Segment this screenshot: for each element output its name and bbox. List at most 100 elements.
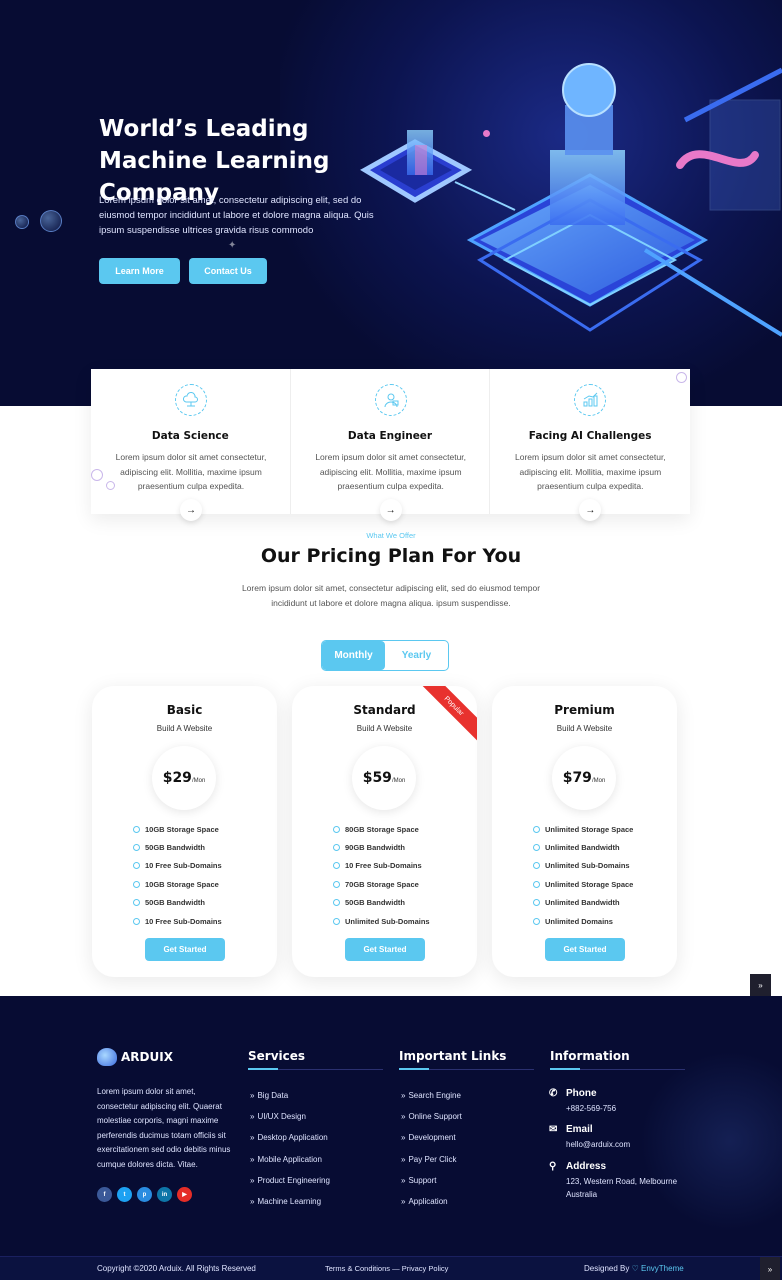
- section-eyebrow: What We Offer: [366, 531, 416, 540]
- get-started-button[interactable]: Get Started: [545, 938, 625, 961]
- billing-toggle: Monthly Yearly: [321, 640, 449, 671]
- footer-link[interactable]: » Pay Per Click: [401, 1149, 462, 1170]
- pinterest-icon[interactable]: p: [137, 1187, 152, 1202]
- check-circle-icon: [533, 825, 540, 833]
- bubble-decoration: [40, 210, 62, 232]
- info-phone: ✆ Phone +882-569-756: [549, 1088, 696, 1115]
- footer-link[interactable]: » Application: [401, 1191, 462, 1212]
- footer-link[interactable]: » Support: [401, 1170, 462, 1191]
- feature-card-ai-challenges: Facing AI Challenges Lorem ipsum dolor s…: [490, 369, 690, 521]
- plan-features: 10GB Storage Space 50GB Bandwidth 10 Fre…: [133, 820, 273, 930]
- plan-name: Premium: [554, 703, 615, 717]
- footer-link[interactable]: » Development: [401, 1127, 462, 1148]
- plan-period: /Mon: [591, 778, 606, 784]
- machine-learning-illustration: [360, 63, 782, 337]
- get-started-button[interactable]: Get Started: [345, 938, 425, 961]
- contact-us-button[interactable]: Contact Us: [189, 258, 267, 284]
- feature-text: Lorem ipsum dolor sit amet consectetur, …: [514, 452, 666, 491]
- plan-feature-item: 10GB Storage Space: [133, 875, 273, 893]
- important-links-title: Important Links: [399, 1049, 507, 1063]
- plan-name: Basic: [166, 703, 203, 717]
- arrow-right-icon[interactable]: →: [379, 499, 402, 521]
- chevron-double-right-icon: »: [250, 1133, 255, 1143]
- terms-privacy-links[interactable]: Terms & Conditions — Privacy Policy: [325, 1264, 448, 1273]
- bubble-decoration: [676, 372, 688, 383]
- plan-feature-item: 10 Free Sub-Domains: [133, 857, 273, 875]
- twitter-icon[interactable]: t: [117, 1187, 132, 1202]
- feature-title: Data Science: [151, 430, 229, 442]
- check-circle-icon: [533, 862, 540, 870]
- facebook-icon[interactable]: f: [97, 1187, 112, 1202]
- footer-link[interactable]: » Product Engineering: [250, 1170, 330, 1191]
- learn-more-button[interactable]: Learn More: [99, 258, 180, 284]
- price-badge: $29/Mon: [152, 746, 216, 810]
- chevron-double-right-icon: »: [250, 1112, 255, 1122]
- monthly-toggle[interactable]: Monthly: [322, 641, 385, 670]
- footer-logo[interactable]: ARDUIX: [97, 1048, 173, 1066]
- youtube-icon[interactable]: ▶: [177, 1187, 192, 1202]
- plan-features: Unlimited Storage Space Unlimited Bandwi…: [533, 820, 673, 930]
- map-pin-icon: ⚲: [549, 1161, 557, 1172]
- yearly-toggle[interactable]: Yearly: [385, 641, 448, 670]
- designer-link[interactable]: EnvyTheme: [641, 1264, 684, 1273]
- divider-accent: [399, 1068, 429, 1070]
- footer-link[interactable]: » Machine Learning: [250, 1191, 330, 1212]
- check-circle-icon: [333, 917, 340, 925]
- chevron-double-right-icon: »: [401, 1154, 406, 1164]
- check-circle-icon: [533, 899, 540, 907]
- plan-feature-item: 90GB Bandwidth: [333, 838, 473, 856]
- check-circle-icon: [333, 844, 340, 852]
- plan-subtitle: Build A Website: [356, 724, 413, 733]
- important-links-list: » Search Engine » Online Support » Developm…: [401, 1085, 462, 1212]
- phone-icon: ✆: [549, 1088, 558, 1099]
- plan-price: $79: [562, 770, 592, 786]
- plan-feature-item: Unlimited Sub-Domains: [533, 857, 673, 875]
- plan-price: $59: [362, 770, 392, 786]
- information-title: Information: [550, 1049, 630, 1063]
- plan-feature-item: Unlimited Storage Space: [533, 875, 673, 893]
- check-circle-icon: [133, 825, 140, 833]
- scroll-to-top-button[interactable]: »: [750, 974, 771, 996]
- feature-card-data-engineer: Data Engineer Lorem ipsum dolor sit amet…: [291, 369, 491, 521]
- social-links: f t p in ▶: [97, 1187, 192, 1202]
- email-value[interactable]: hello@arduix.com: [566, 1138, 696, 1151]
- heart-icon: ♡: [631, 1264, 639, 1273]
- arrow-right-icon[interactable]: →: [180, 499, 202, 521]
- divider-accent: [248, 1068, 278, 1070]
- linkedin-icon[interactable]: in: [157, 1187, 172, 1202]
- hero-text: Lorem ipsum dolor sit amet, consectetur …: [99, 195, 374, 236]
- scroll-to-top-button[interactable]: »: [760, 1257, 780, 1280]
- plan-price: $29: [162, 770, 192, 786]
- footer-link[interactable]: » Desktop Application: [250, 1127, 330, 1148]
- footer-about: Lorem ipsum dolor sit amet, consectetur …: [97, 1087, 231, 1169]
- arrow-right-icon[interactable]: →: [579, 499, 602, 521]
- footer-link[interactable]: » Search Engine: [401, 1085, 462, 1106]
- info-email: ✉ Email hello@arduix.com: [549, 1124, 696, 1151]
- plan-feature-item: 50GB Bandwidth: [133, 838, 273, 856]
- plan-period: /Mon: [391, 778, 406, 784]
- feature-text: Lorem ipsum dolor sit amet consectetur, …: [115, 452, 267, 491]
- envelope-icon: ✉: [549, 1124, 558, 1135]
- services-title: Services: [248, 1049, 306, 1063]
- footer-link[interactable]: » Mobile Application: [250, 1149, 330, 1170]
- plan-name: Standard: [353, 703, 416, 717]
- footer-link[interactable]: » Big Data: [250, 1085, 330, 1106]
- footer-link[interactable]: » UI/UX Design: [250, 1106, 330, 1127]
- get-started-button[interactable]: Get Started: [145, 938, 225, 961]
- check-circle-icon: [533, 844, 540, 852]
- price-badge: $79/Mon: [552, 746, 616, 810]
- check-circle-icon: [133, 880, 140, 888]
- plan-features: 80GB Storage Space 90GB Bandwidth 10 Fre…: [333, 820, 473, 930]
- chevron-double-right-icon: »: [401, 1197, 406, 1207]
- plan-feature-item: Unlimited Bandwidth: [533, 894, 673, 912]
- phone-value[interactable]: +882-569-756: [566, 1102, 696, 1115]
- plan-feature-item: Unlimited Bandwidth: [533, 838, 673, 856]
- check-circle-icon: [333, 880, 340, 888]
- feature-card-data-science: Data Science Lorem ipsum dolor sit amet …: [91, 369, 291, 521]
- price-badge: $59/Mon: [352, 746, 416, 810]
- footer-link[interactable]: » Online Support: [401, 1106, 462, 1127]
- chevron-double-right-icon: »: [401, 1175, 406, 1185]
- features-cards: Data Science Lorem ipsum dolor sit amet …: [91, 369, 690, 521]
- plan-subtitle: Build A Website: [556, 724, 613, 733]
- dot-decoration: [483, 130, 490, 137]
